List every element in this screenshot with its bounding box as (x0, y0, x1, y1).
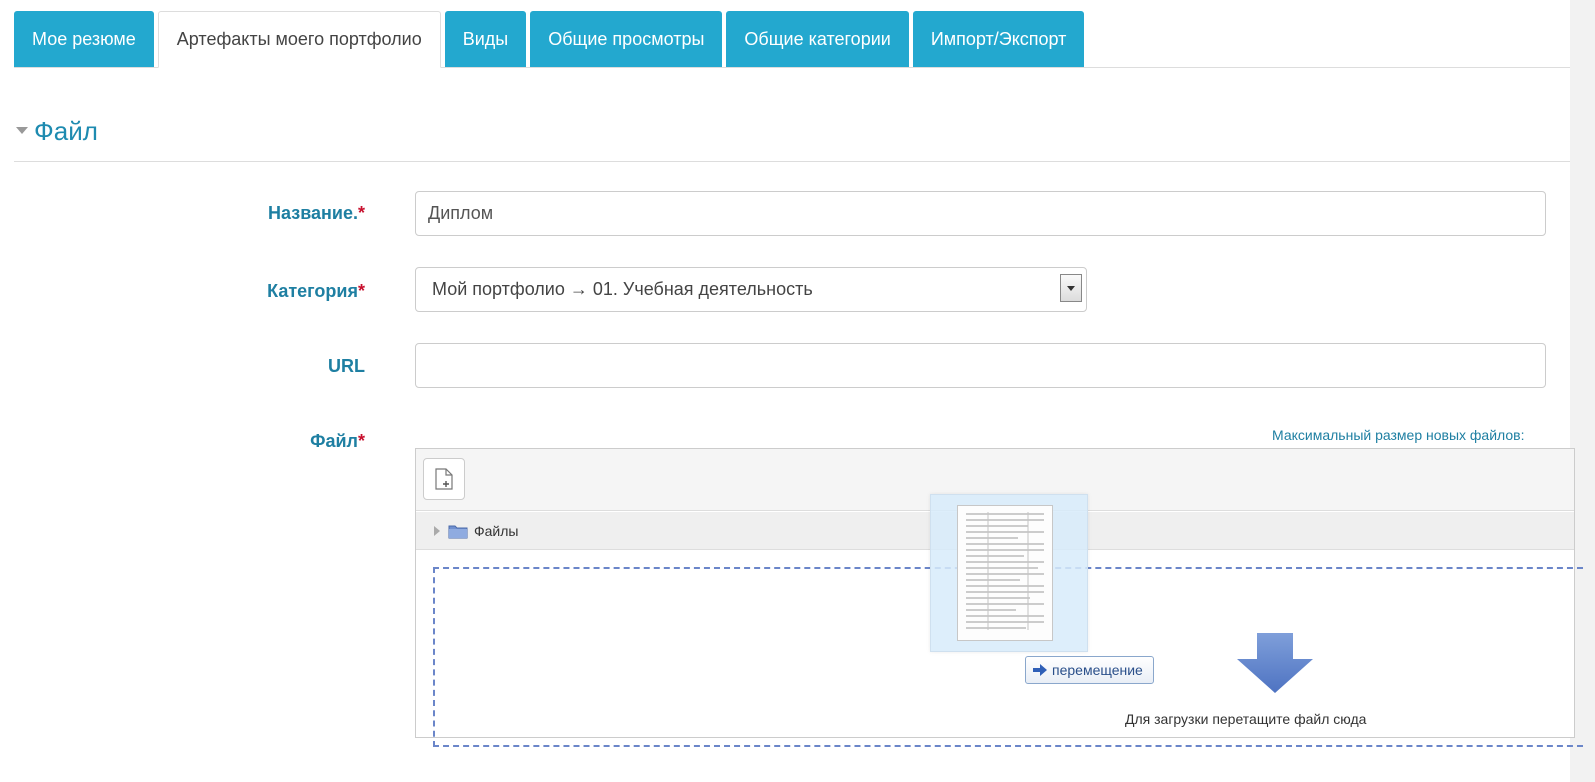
arrow-right-icon (1033, 664, 1047, 676)
dropdown-button[interactable] (1060, 274, 1082, 302)
tab-shared-categories[interactable]: Общие категории (726, 11, 909, 67)
document-thumbnail (957, 505, 1053, 641)
category-select[interactable]: Мой портфолио → 01. Учебная деятельность (415, 267, 1087, 312)
required-mark: * (357, 281, 365, 301)
drag-move-tooltip: перемещение (1025, 656, 1154, 684)
category-label-text: Категория (267, 281, 358, 301)
download-arrow-icon (1237, 633, 1313, 693)
max-file-size-text: Максимальный размер новых файлов: (1272, 427, 1525, 443)
add-file-icon (435, 468, 453, 490)
section-header[interactable]: Файл (14, 112, 1570, 162)
tab-bar: Мое резюме Артефакты моего портфолио Вид… (14, 11, 1570, 68)
section-title: Файл (34, 116, 98, 146)
document-lines-icon (966, 512, 1044, 630)
name-label: Название.* (268, 203, 365, 224)
category-select-value: Мой портфолио → 01. Учебная деятельность (432, 279, 813, 299)
name-label-text: Название. (268, 203, 358, 223)
drag-move-text: перемещение (1052, 662, 1143, 678)
dropzone-text: Для загрузки перетащите файл сюда (1125, 711, 1367, 727)
folder-name[interactable]: Файлы (474, 523, 518, 539)
dragged-file-preview (930, 494, 1088, 652)
add-file-button[interactable] (423, 458, 465, 500)
name-input[interactable]: Диплом (415, 191, 1546, 236)
tab-my-resume[interactable]: Мое резюме (14, 11, 154, 67)
url-label: URL (328, 356, 365, 376)
required-mark: * (357, 431, 365, 451)
folder-icon (448, 525, 468, 538)
expand-arrow-icon[interactable] (434, 525, 440, 536)
collapse-triangle-icon[interactable] (16, 127, 28, 134)
chevron-down-icon (1067, 285, 1075, 291)
file-label: Файл* (310, 431, 365, 452)
page: Мое резюме Артефакты моего портфолио Вид… (0, 0, 1583, 782)
tab-views[interactable]: Виды (444, 11, 527, 67)
file-label-text: Файл (310, 431, 358, 451)
required-mark: * (357, 203, 365, 223)
category-label: Категория* (267, 281, 365, 302)
name-input-value: Диплом (428, 203, 494, 223)
tab-shared-views[interactable]: Общие просмотры (530, 11, 723, 67)
tab-portfolio-artifacts[interactable]: Артефакты моего портфолио (157, 11, 441, 68)
tab-import-export[interactable]: Импорт/Экспорт (912, 11, 1085, 67)
url-input[interactable] (415, 343, 1546, 388)
